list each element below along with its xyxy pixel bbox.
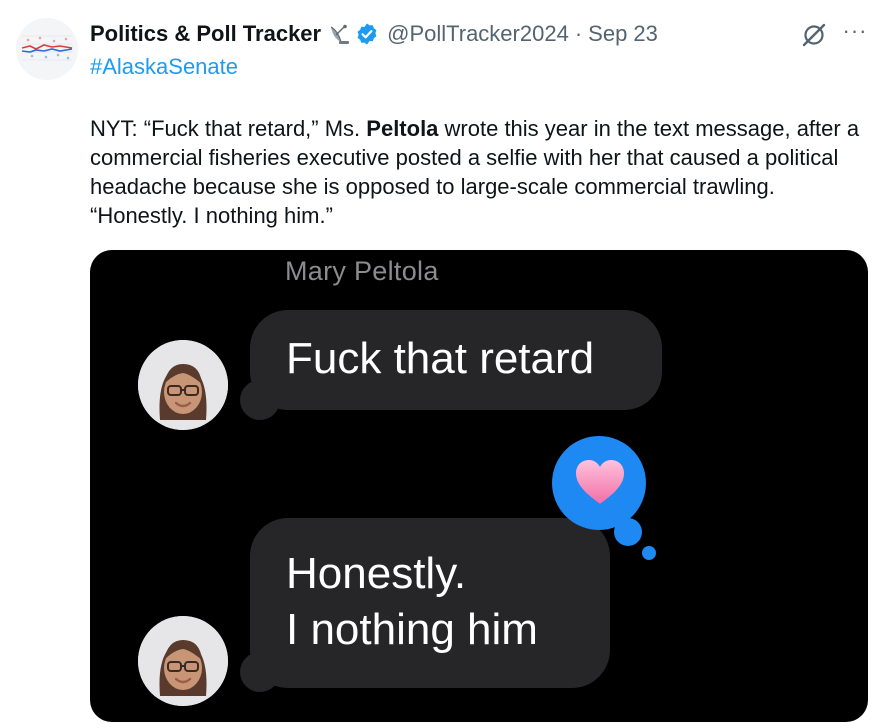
tweet-header: Politics & Poll Tracker @PollTracker2024… — [90, 20, 658, 48]
reaction-tail-dot — [642, 546, 656, 560]
heart-reaction-badge — [552, 436, 646, 530]
poll-chart-avatar-icon — [16, 18, 78, 80]
verified-badge-icon[interactable] — [355, 22, 379, 46]
memoji-avatar-icon — [138, 616, 228, 706]
message-2-line-1: Honestly. — [286, 549, 467, 598]
profile-avatar[interactable] — [16, 18, 78, 80]
message-1-text: Fuck that retard — [286, 334, 595, 383]
message-sender-name: Mary Peltola — [285, 256, 439, 286]
tweet-date[interactable]: Sep 23 — [588, 21, 658, 47]
message-2-text: Honestly. I nothing him — [286, 546, 538, 658]
tweet-text-part-1: NYT: “Fuck that retard,” Ms. — [90, 116, 367, 141]
hashtag-link[interactable]: #AlaskaSenate — [90, 54, 238, 80]
tweet-text: NYT: “Fuck that retard,” Ms. Peltola wro… — [90, 114, 865, 230]
tweet-media-image[interactable]: Mary Peltola Fuck that retard Honestly. … — [90, 250, 868, 722]
message-bubble-1: Fuck that retard — [250, 310, 662, 410]
more-options-button[interactable]: ··· — [840, 20, 870, 48]
satellite-antenna-icon — [327, 22, 351, 46]
tweet[interactable]: Politics & Poll Tracker @PollTracker2024… — [0, 0, 888, 728]
message-2-line-2: I nothing him — [286, 605, 538, 654]
tweet-text-bold: Peltola — [366, 116, 439, 141]
bubble-tail-2 — [240, 652, 280, 692]
author-name[interactable]: Politics & Poll Tracker — [90, 21, 321, 47]
memoji-avatar-icon — [138, 340, 228, 430]
author-handle[interactable]: @PollTracker2024 — [387, 21, 569, 47]
heart-icon — [576, 460, 624, 504]
reaction-tail-dot — [614, 518, 642, 546]
grok-icon[interactable] — [800, 21, 828, 49]
separator-dot: · — [574, 21, 583, 46]
message-bubble-2: Honestly. I nothing him — [250, 518, 610, 688]
bubble-tail-1 — [240, 380, 280, 420]
